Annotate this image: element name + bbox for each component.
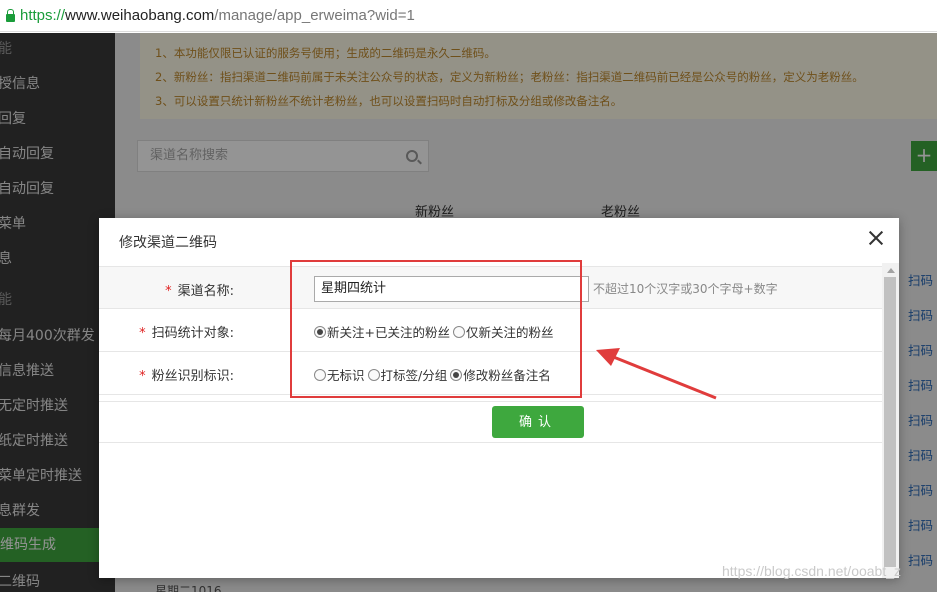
close-icon[interactable]	[868, 230, 884, 246]
annotation-highlight-box	[290, 260, 582, 398]
required-marker: *	[139, 369, 146, 384]
dialog-title: 修改渠道二维码	[119, 235, 217, 251]
scroll-thumb[interactable]	[884, 277, 896, 567]
address-bar[interactable]: https:// www.weihaobang.com /manage/app_…	[0, 0, 937, 32]
channel-name-label: * 渠道名称:	[165, 284, 234, 299]
required-marker: *	[139, 326, 146, 341]
watermark: https://blog.csdn.net/ooabt_z	[722, 563, 902, 579]
scan-target-label: * 扫码统计对象:	[139, 326, 234, 341]
divider	[99, 442, 882, 443]
divider	[99, 401, 882, 402]
fan-tag-label: * 粉丝识别标识:	[139, 369, 234, 384]
url-path: /manage/app_erweima?wid=1	[214, 7, 415, 24]
dialog-scrollbar[interactable]	[882, 263, 899, 578]
required-marker: *	[165, 284, 172, 299]
url-host: www.weihaobang.com	[65, 7, 215, 24]
scroll-up-icon[interactable]	[887, 268, 895, 273]
confirm-button[interactable]: 确认	[492, 406, 584, 438]
url-scheme: https://	[20, 7, 66, 24]
channel-name-hint: 不超过10个汉字或30个字母+数字	[593, 282, 778, 296]
lock-icon	[6, 8, 15, 22]
